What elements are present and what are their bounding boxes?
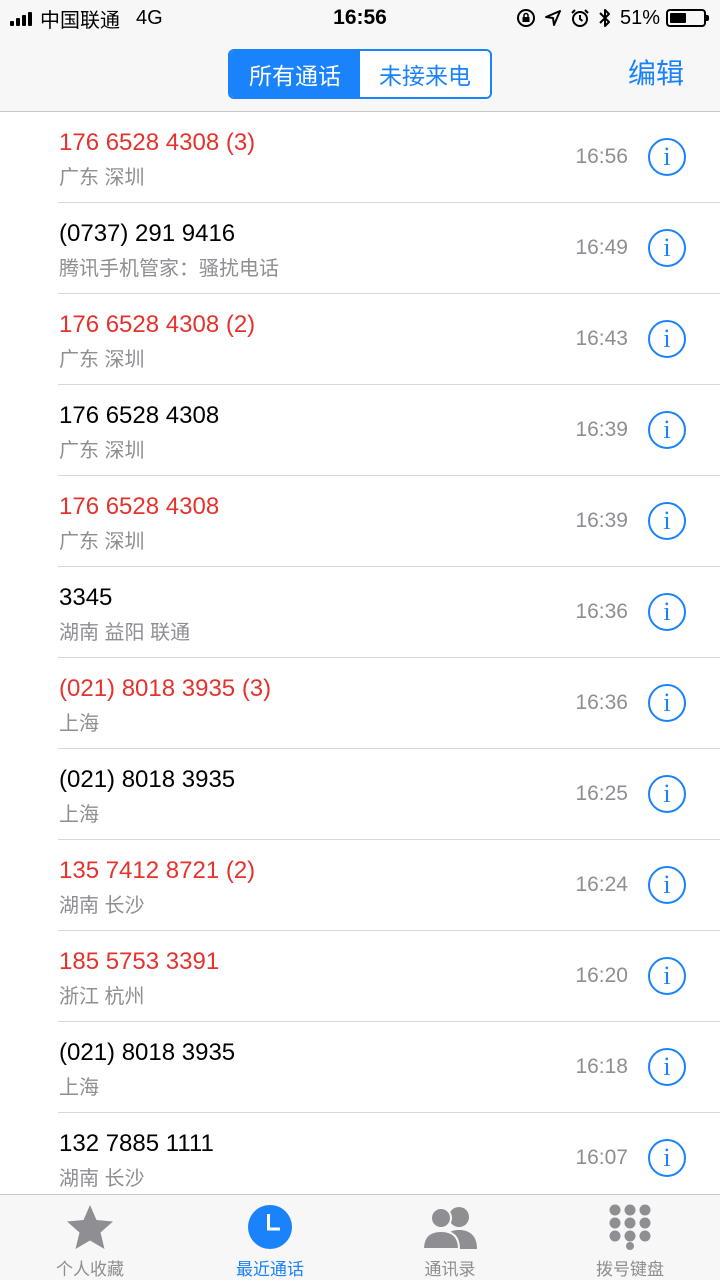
call-number: 176 6528 4308 (3)	[59, 129, 256, 156]
battery-icon	[666, 9, 709, 27]
call-row[interactable]: 185 5753 3391 浙江 杭州 16:20 i	[0, 931, 720, 1022]
tab-keypad[interactable]: 拨号键盘	[540, 1195, 720, 1281]
status-right: 51%	[516, 0, 709, 36]
call-time: 16:49	[575, 236, 628, 259]
call-number: (021) 8018 3935	[59, 766, 236, 793]
call-filter-segmented-control: 所有通话 未接来电	[228, 49, 492, 99]
call-time: 16:20	[575, 964, 628, 987]
location-icon	[544, 10, 561, 26]
status-bar: 中国联通 4G 16:56 51%	[0, 0, 720, 36]
call-number: 135 7412 8721 (2)	[59, 857, 256, 884]
call-location: 上海	[59, 713, 99, 735]
call-time: 16:39	[575, 418, 628, 441]
call-time: 16:25	[575, 782, 628, 805]
call-row[interactable]: 135 7412 8721 (2) 湖南 长沙 16:24 i	[0, 840, 720, 931]
tab-recents[interactable]: 最近通话	[180, 1195, 360, 1281]
info-icon[interactable]: i	[648, 320, 686, 358]
segment-all-calls[interactable]: 所有通话	[230, 51, 360, 97]
tab-favorites[interactable]: 个人收藏	[0, 1195, 180, 1281]
battery-percent: 51%	[619, 6, 660, 29]
call-time: 16:18	[575, 1055, 628, 1078]
call-location: 湖南 长沙	[59, 895, 145, 917]
tab-label: 最近通话	[236, 1260, 304, 1279]
call-row[interactable]: 3345 湖南 益阳 联通 16:36 i	[0, 567, 720, 658]
info-icon[interactable]: i	[648, 684, 686, 722]
call-location: 广东 深圳	[59, 440, 145, 462]
call-location: 广东 深圳	[59, 349, 145, 371]
recent-calls-list: 176 6528 4308 (3) 广东 深圳 16:56 i (0737) 291 9…	[0, 112, 720, 1194]
call-number: (021) 8018 3935 (3)	[59, 675, 272, 702]
info-icon[interactable]: i	[648, 593, 686, 631]
call-number: 132 7885 1111	[59, 1130, 214, 1157]
call-number: 176 6528 4308 (2)	[59, 311, 256, 338]
call-number: 176 6528 4308	[59, 402, 220, 429]
info-icon[interactable]: i	[648, 138, 686, 176]
call-location: 湖南 益阳 联通	[59, 622, 191, 644]
info-icon[interactable]: i	[648, 229, 686, 267]
call-row[interactable]: 176 6528 4308 (2) 广东 深圳 16:43 i	[0, 294, 720, 385]
info-icon[interactable]: i	[648, 1139, 686, 1177]
keypad-icon	[609, 1204, 651, 1250]
contacts-icon	[421, 1207, 477, 1249]
call-row[interactable]: 132 7885 1111 湖南 长沙 16:07 i	[0, 1113, 720, 1194]
call-row[interactable]: (0737) 291 9416 腾讯手机管家：骚扰电话 16:49 i	[0, 203, 720, 294]
call-location: 广东 深圳	[59, 167, 145, 189]
bluetooth-icon	[599, 9, 610, 27]
call-time: 16:39	[575, 509, 628, 532]
call-location: 腾讯手机管家：骚扰电话	[59, 258, 279, 280]
info-icon[interactable]: i	[648, 866, 686, 904]
edit-button[interactable]: 编辑	[628, 36, 684, 112]
alarm-icon	[571, 9, 589, 27]
call-row[interactable]: 176 6528 4308 广东 深圳 16:39 i	[0, 385, 720, 476]
call-location: 广东 深圳	[59, 531, 145, 553]
call-time: 16:56	[575, 145, 628, 168]
nav-bar: 所有通话 未接来电 编辑	[0, 36, 720, 112]
call-number: 3345	[59, 584, 113, 611]
call-number: 176 6528 4308	[59, 493, 220, 520]
info-icon[interactable]: i	[648, 775, 686, 813]
call-number: 185 5753 3391	[59, 948, 220, 975]
tab-contacts[interactable]: 通讯录	[360, 1195, 540, 1281]
call-location: 上海	[59, 804, 99, 826]
segment-missed-calls[interactable]: 未接来电	[360, 51, 490, 97]
call-row[interactable]: (021) 8018 3935 (3) 上海 16:36 i	[0, 658, 720, 749]
call-number: (021) 8018 3935	[59, 1039, 236, 1066]
call-number: (0737) 291 9416	[59, 220, 236, 247]
call-time: 16:07	[575, 1146, 628, 1169]
star-icon	[67, 1205, 113, 1249]
call-row[interactable]: 176 6528 4308 广东 深圳 16:39 i	[0, 476, 720, 567]
call-row[interactable]: (021) 8018 3935 上海 16:18 i	[0, 1022, 720, 1113]
rotation-lock-icon	[516, 9, 535, 27]
info-icon[interactable]: i	[648, 1048, 686, 1086]
call-row[interactable]: (021) 8018 3935 上海 16:25 i	[0, 749, 720, 840]
call-time: 16:36	[575, 600, 628, 623]
call-row[interactable]: 176 6528 4308 (3) 广东 深圳 16:56 i	[0, 112, 720, 203]
info-icon[interactable]: i	[648, 957, 686, 995]
tab-label: 个人收藏	[56, 1260, 124, 1279]
call-location: 湖南 长沙	[59, 1168, 145, 1190]
info-icon[interactable]: i	[648, 411, 686, 449]
call-location: 浙江 杭州	[59, 986, 145, 1008]
tab-label: 拨号键盘	[596, 1260, 664, 1279]
battery-level	[670, 13, 687, 23]
call-time: 16:43	[575, 327, 628, 350]
tab-bar: 个人收藏 最近通话 通讯录 拨号键盘	[0, 1194, 720, 1280]
tab-label: 通讯录	[424, 1260, 476, 1279]
info-icon[interactable]: i	[648, 502, 686, 540]
clock-icon	[248, 1205, 292, 1249]
call-time: 16:24	[575, 873, 628, 896]
call-location: 上海	[59, 1077, 99, 1099]
call-time: 16:36	[575, 691, 628, 714]
